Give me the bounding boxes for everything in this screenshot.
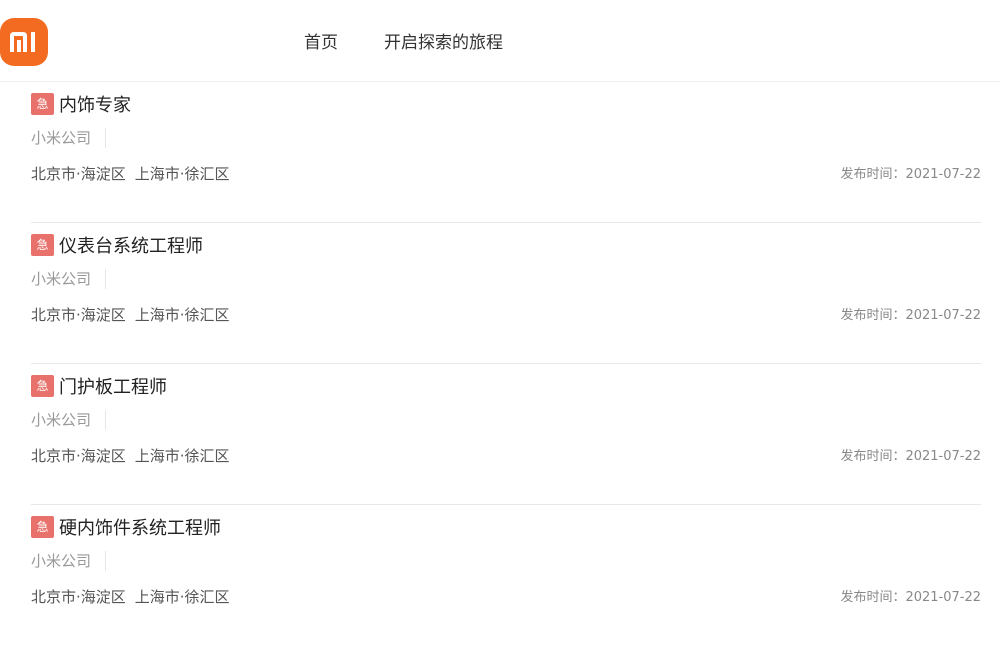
urgent-badge: 急 [31,234,54,256]
job-title[interactable]: 硬内饰件系统工程师 [59,514,221,540]
job-item[interactable]: 急 仪表台系统工程师 小米公司 北京市·海淀区 上海市·徐汇区 发布时间：2021… [31,223,981,364]
urgent-badge: 急 [31,516,54,538]
job-location: 北京市·海淀区 [31,447,126,465]
job-title[interactable]: 门护板工程师 [59,373,167,399]
job-company: 小米公司 [31,410,107,430]
job-item[interactable]: 急 内饰专家 小米公司 北京市·海淀区 上海市·徐汇区 发布时间：2021-07-… [31,82,981,223]
job-location: 上海市·徐汇区 [134,588,230,606]
job-publish-date: 发布时间：2021-07-22 [840,590,981,605]
job-publish-date: 发布时间：2021-07-22 [840,167,981,182]
job-list: 急 内饰专家 小米公司 北京市·海淀区 上海市·徐汇区 发布时间：2021-07-… [31,82,981,646]
job-title[interactable]: 仪表台系统工程师 [59,232,203,258]
job-company: 小米公司 [31,128,107,148]
job-location: 上海市·徐汇区 [134,447,230,465]
job-company: 小米公司 [31,551,107,571]
job-location: 北京市·海淀区 [31,588,126,606]
nav-explore[interactable]: 开启探索的旅程 [384,30,503,56]
top-nav: 首页 开启探索的旅程 [304,30,503,56]
nav-home[interactable]: 首页 [304,30,338,56]
job-title-row: 急 硬内饰件系统工程师 [31,515,221,539]
job-title-row: 急 仪表台系统工程师 [31,233,203,257]
job-locations: 北京市·海淀区 上海市·徐汇区 [31,446,230,466]
job-title-row: 急 门护板工程师 [31,374,167,398]
job-title[interactable]: 内饰专家 [59,91,131,117]
mi-logo-icon[interactable] [0,18,48,66]
job-location: 上海市·徐汇区 [134,306,230,324]
job-publish-date: 发布时间：2021-07-22 [840,308,981,323]
job-location: 北京市·海淀区 [31,165,126,183]
header: 首页 开启探索的旅程 [0,0,1000,82]
job-title-row: 急 内饰专家 [31,92,131,116]
job-company: 小米公司 [31,269,107,289]
urgent-badge: 急 [31,375,54,397]
job-location: 北京市·海淀区 [31,306,126,324]
job-item[interactable]: 急 硬内饰件系统工程师 小米公司 北京市·海淀区 上海市·徐汇区 发布时间：202… [31,505,981,646]
job-locations: 北京市·海淀区 上海市·徐汇区 [31,164,230,184]
job-item[interactable]: 急 门护板工程师 小米公司 北京市·海淀区 上海市·徐汇区 发布时间：2021-0… [31,364,981,505]
job-locations: 北京市·海淀区 上海市·徐汇区 [31,305,230,325]
urgent-badge: 急 [31,93,54,115]
job-location: 上海市·徐汇区 [134,165,230,183]
job-locations: 北京市·海淀区 上海市·徐汇区 [31,587,230,607]
job-publish-date: 发布时间：2021-07-22 [840,449,981,464]
